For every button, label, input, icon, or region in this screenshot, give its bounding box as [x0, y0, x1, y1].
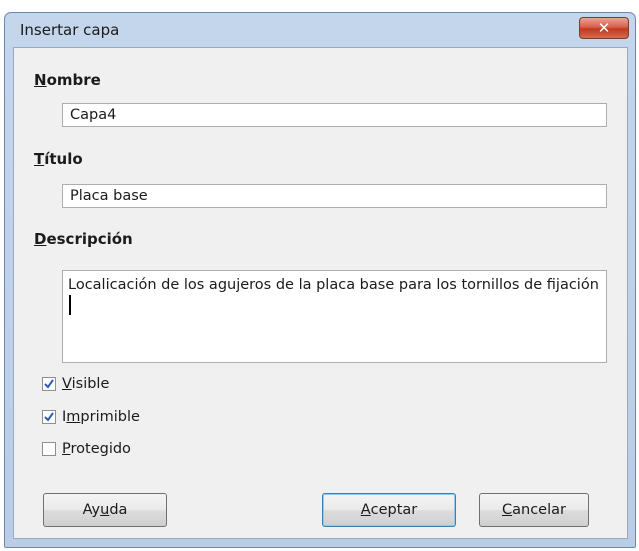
description-label: Descripción [34, 230, 133, 248]
title-label: Título [34, 150, 83, 168]
name-input[interactable]: Capa4 [62, 103, 607, 127]
dialog-title: Insertar capa [20, 21, 120, 39]
checkmark-icon [44, 412, 54, 422]
close-icon: ✕ [597, 19, 611, 37]
printable-checkbox-row[interactable]: Imprimible [42, 409, 140, 425]
text-caret [69, 295, 71, 315]
title-input[interactable]: Placa base [62, 184, 607, 208]
name-label: Nombre [34, 71, 101, 89]
visible-checkbox-label: Visible [62, 376, 110, 392]
visible-checkbox[interactable] [42, 377, 56, 391]
description-textarea[interactable]: Localicación de los agujeros de la placa… [62, 270, 607, 363]
protected-checkbox-label: Protegido [62, 441, 131, 457]
dialog-body: Nombre Capa4 Título Placa base Descripci… [13, 47, 628, 539]
protected-checkbox[interactable] [42, 442, 56, 456]
cancel-button[interactable]: Cancelar [479, 493, 589, 527]
help-button[interactable]: Ay u da [43, 493, 167, 527]
printable-checkbox-label: Imprimible [62, 409, 140, 425]
visible-checkbox-row[interactable]: Visible [42, 376, 109, 392]
printable-checkbox[interactable] [42, 410, 56, 424]
checkmark-icon [44, 379, 54, 389]
close-button[interactable]: ✕ [579, 17, 629, 39]
protected-checkbox-row[interactable]: Protegido [42, 441, 131, 457]
dialog-window: Insertar capa ✕ Nombre Capa4 Título Plac… [4, 12, 636, 548]
title-bar[interactable]: Insertar capa ✕ [5, 13, 635, 47]
ok-button[interactable]: Aceptar [322, 493, 456, 527]
